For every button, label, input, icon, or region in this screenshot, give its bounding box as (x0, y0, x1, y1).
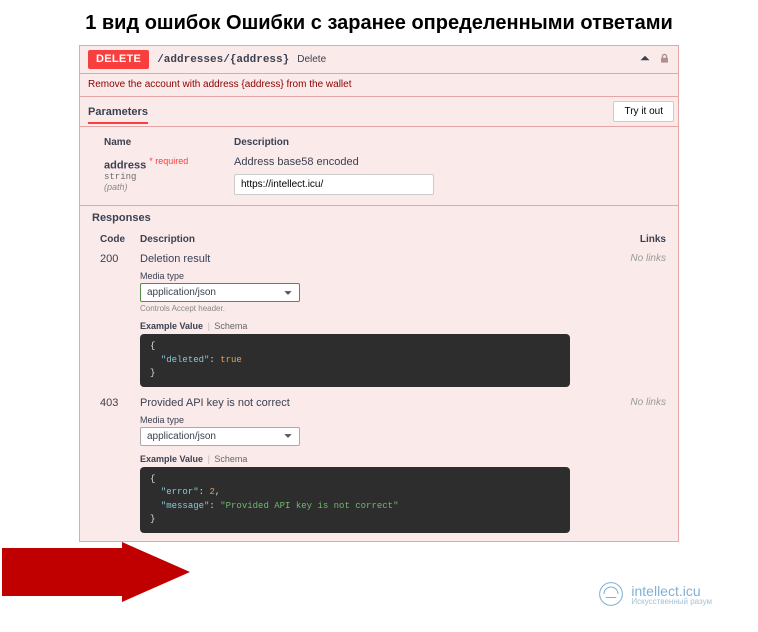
tab-schema[interactable]: Schema (214, 321, 247, 331)
watermark-subtext: Искусственный разум (631, 597, 712, 606)
response-code: 403 (100, 397, 140, 533)
parameters-table: Name Description address * required stri… (80, 127, 678, 205)
param-type: string (104, 172, 194, 182)
param-location: (path) (104, 182, 194, 192)
response-code: 200 (100, 253, 140, 387)
col-links: Links (618, 234, 666, 245)
media-type-label: Media type (140, 271, 618, 281)
col-description: Description (234, 137, 666, 148)
tab-example-value[interactable]: Example Value (140, 321, 203, 331)
media-type-value: application/json (147, 287, 283, 298)
media-type-value: application/json (147, 431, 283, 442)
response-row-403: 403 Provided API key is not correct Medi… (80, 395, 678, 541)
responses-columns: Code Description Links (80, 228, 678, 251)
chevron-up-icon[interactable] (639, 52, 651, 67)
chevron-down-icon (283, 288, 293, 298)
lock-icon[interactable] (659, 53, 670, 67)
controls-accept-hint: Controls Accept header. (140, 304, 618, 313)
media-type-select[interactable]: application/json (140, 427, 300, 446)
example-tabs: Example Value | Schema (140, 454, 618, 464)
response-links: No links (618, 253, 666, 387)
endpoint-short-desc: Delete (297, 54, 326, 65)
try-it-out-button[interactable]: Try it out (613, 101, 674, 122)
responses-label: Responses (80, 205, 678, 228)
example-response-200: { "deleted": true } (140, 334, 570, 387)
operation-header[interactable]: DELETE /addresses/{address} Delete (80, 46, 678, 74)
operation-summary: Remove the account with address {address… (80, 74, 678, 97)
parameters-section-header: Parameters Try it out (80, 97, 678, 127)
chevron-down-icon (283, 431, 293, 441)
method-badge-delete: DELETE (88, 50, 149, 69)
response-description: Deletion result (140, 253, 618, 265)
watermark: intellect.icu Искусственный разум (597, 580, 712, 608)
response-links: No links (618, 397, 666, 533)
watermark-text: intellect.icu (631, 583, 700, 599)
example-tabs: Example Value | Schema (140, 321, 618, 331)
response-description: Provided API key is not correct (140, 397, 618, 409)
page-title: 1 вид ошибок Ошибки с заранее определенн… (0, 12, 758, 35)
media-type-select[interactable]: application/json (140, 283, 300, 302)
col-name: Name (104, 137, 194, 148)
param-description: Address base58 encoded (234, 156, 666, 168)
endpoint-path: /addresses/{address} (157, 54, 289, 66)
param-required-mark: * required (149, 156, 188, 166)
response-row-200: 200 Deletion result Media type applicati… (80, 251, 678, 395)
tab-schema[interactable]: Schema (214, 454, 247, 464)
tab-example-value[interactable]: Example Value (140, 454, 203, 464)
col-code: Code (100, 234, 140, 245)
parameters-label: Parameters (88, 100, 148, 124)
arrow-icon (2, 542, 192, 602)
param-value-input[interactable] (234, 174, 434, 195)
param-row: address * required string (path) Address… (104, 156, 666, 195)
swagger-operation-block: DELETE /addresses/{address} Delete Remov… (79, 45, 679, 542)
col-resp-description: Description (140, 234, 618, 245)
param-name: address (104, 160, 146, 172)
param-columns: Name Description (104, 133, 666, 156)
media-type-label: Media type (140, 415, 618, 425)
example-response-403: { "error": 2, "message": "Provided API k… (140, 467, 570, 533)
